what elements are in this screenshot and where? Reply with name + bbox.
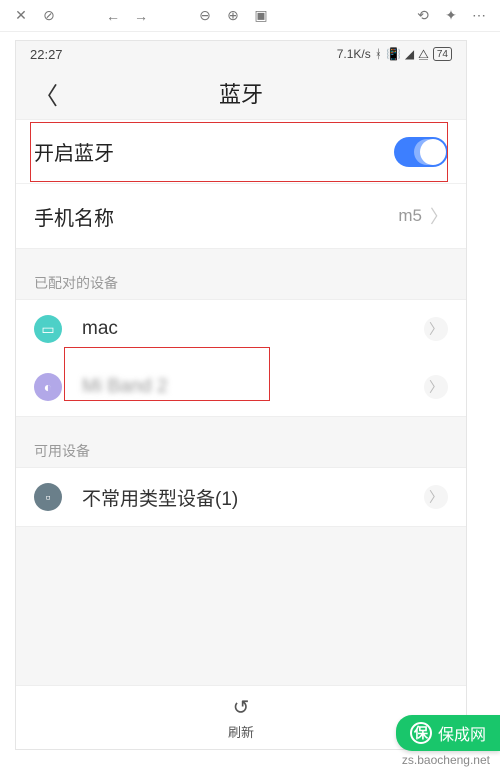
available-device-other[interactable]: ▫ 不常用类型设备(1) 〉: [16, 468, 466, 526]
tools-icon[interactable]: ✦: [440, 5, 462, 27]
paired-device-mac[interactable]: ▭ mac 〉: [16, 300, 466, 358]
browser-toolbar: ✕ ⊘ ← → ⊖ ⊕ ▣ ⟲ ✦ ⋯: [0, 0, 500, 32]
signal-icon: ◢: [405, 47, 414, 61]
zoom-in-icon[interactable]: ⊕: [222, 5, 244, 27]
available-devices-card: ▫ 不常用类型设备(1) 〉: [16, 467, 466, 527]
phone-name-value: m5: [398, 206, 422, 226]
vibrate-icon: 📳: [386, 47, 401, 61]
page-title: 蓝牙: [16, 77, 466, 109]
phone-screen: 22:27 7.1K/s ᚼ 📳 ◢ ⧋ 74 〈 蓝牙 开启蓝牙 手机名称 m…: [15, 40, 467, 750]
main-settings-card: 开启蓝牙 手机名称 m5 〉: [16, 119, 466, 249]
other-device-icon: ▫: [34, 483, 62, 511]
watermark-url: zs.baocheng.net: [402, 753, 490, 767]
wifi-icon: ⧋: [418, 47, 429, 62]
chevron-right-icon: 〉: [430, 203, 448, 229]
wearable-icon: ◐: [34, 373, 62, 401]
back-arrow-icon[interactable]: ←: [102, 5, 124, 27]
page-header: 〈 蓝牙: [16, 67, 466, 119]
zoom-out-icon[interactable]: ⊖: [194, 5, 216, 27]
net-speed: 7.1K/s: [337, 47, 371, 61]
close-icon[interactable]: ✕: [10, 5, 32, 27]
enable-bluetooth-row[interactable]: 开启蓝牙: [16, 120, 466, 184]
bluetooth-icon: ᚼ: [375, 47, 382, 61]
chevron-right-icon[interactable]: 〉: [424, 317, 448, 341]
laptop-icon: ▭: [34, 315, 62, 343]
watermark-text: 保成网: [438, 721, 486, 745]
fit-width-icon[interactable]: ▣: [250, 5, 272, 27]
chevron-right-icon[interactable]: 〉: [424, 485, 448, 509]
device-name: Mi Band 2: [82, 376, 424, 398]
status-bar: 22:27 7.1K/s ᚼ 📳 ◢ ⧋ 74: [16, 41, 466, 67]
forward-arrow-icon[interactable]: →: [130, 5, 152, 27]
phone-name-label: 手机名称: [34, 202, 398, 231]
device-name: mac: [82, 318, 424, 340]
available-section-header: 可用设备: [16, 431, 466, 467]
bluetooth-toggle[interactable]: [394, 137, 448, 167]
status-time: 22:27: [30, 47, 63, 62]
refresh-label: 刷新: [228, 722, 254, 741]
watermark-icon: 保: [410, 722, 432, 744]
enable-bluetooth-label: 开启蓝牙: [34, 137, 394, 166]
toggle-knob: [420, 139, 446, 165]
phone-name-row[interactable]: 手机名称 m5 〉: [16, 184, 466, 248]
stop-icon[interactable]: ⊘: [38, 5, 60, 27]
chevron-right-icon[interactable]: 〉: [424, 375, 448, 399]
rotate-icon[interactable]: ⟲: [412, 5, 434, 27]
refresh-icon: ↺: [233, 695, 250, 720]
more-icon[interactable]: ⋯: [468, 5, 490, 27]
battery-icon: 74: [433, 47, 452, 61]
device-name: 不常用类型设备(1): [82, 484, 424, 511]
status-icons: 7.1K/s ᚼ 📳 ◢ ⧋ 74: [337, 47, 452, 62]
paired-device-band[interactable]: ◐ Mi Band 2 〉: [16, 358, 466, 416]
watermark-badge: 保 保成网: [396, 715, 500, 751]
paired-section-header: 已配对的设备: [16, 263, 466, 299]
paired-devices-card: ▭ mac 〉 ◐ Mi Band 2 〉: [16, 299, 466, 417]
